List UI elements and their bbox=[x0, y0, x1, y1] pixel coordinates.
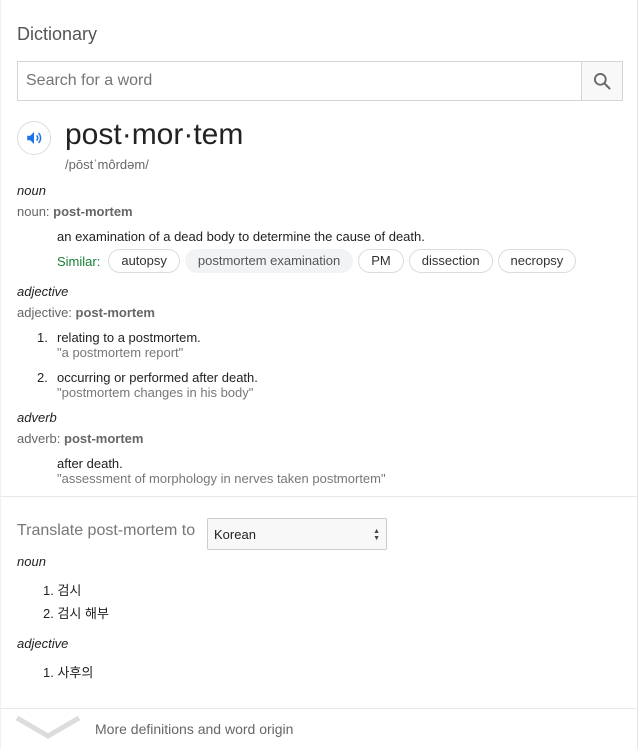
chevron-down-icon bbox=[15, 715, 81, 739]
sense-number: 1. bbox=[37, 330, 48, 345]
adjective-form: post-mortem bbox=[75, 305, 155, 320]
phonetic: /pōstˈmôrdəm/ bbox=[65, 157, 149, 172]
pos-noun: noun bbox=[17, 183, 46, 198]
pos-adjective: adjective bbox=[17, 284, 69, 299]
select-arrows-icon: ▲ ▼ bbox=[373, 528, 380, 542]
similar-chip[interactable]: postmortem examination bbox=[184, 249, 354, 273]
noun-form: post-mortem bbox=[53, 204, 133, 219]
adjective-definition: occurring or performed after death. bbox=[57, 370, 258, 385]
similar-chip[interactable]: necropsy bbox=[497, 249, 577, 273]
language-select-value: Korean bbox=[214, 526, 256, 542]
similar-row: Similar: autopsy postmortem examination … bbox=[57, 249, 581, 273]
expand-button[interactable] bbox=[15, 712, 81, 747]
noun-form-line: noun: post-mortem bbox=[17, 204, 133, 219]
headword: post·mor·tem bbox=[65, 118, 244, 151]
speaker-icon bbox=[27, 132, 42, 144]
card-title: Dictionary bbox=[17, 24, 98, 44]
adjective-form-line: adjective: post-mortem bbox=[17, 305, 155, 320]
adverb-example: "assessment of morphology in nerves take… bbox=[57, 471, 386, 486]
search-box bbox=[17, 61, 623, 101]
adjective-definition: relating to a postmortem. bbox=[57, 330, 201, 345]
translation-item: 2. 검시 해부 bbox=[43, 606, 109, 621]
noun-prefix: noun: bbox=[17, 204, 50, 219]
adjective-prefix: adjective: bbox=[17, 305, 72, 320]
search-input[interactable] bbox=[18, 62, 581, 100]
pos-adverb: adverb bbox=[17, 410, 57, 425]
similar-chip[interactable]: PM bbox=[358, 249, 404, 273]
search-button[interactable] bbox=[581, 62, 622, 100]
translation-item: 1. 사후의 bbox=[43, 665, 94, 680]
search-icon bbox=[594, 73, 611, 90]
noun-definition: an examination of a dead body to determi… bbox=[57, 229, 425, 244]
section-divider bbox=[1, 496, 638, 497]
adverb-definition: after death. bbox=[57, 456, 123, 471]
translate-pos-adjective: adjective bbox=[17, 636, 69, 651]
translate-label: Translate post-mortem to bbox=[17, 522, 196, 539]
adjective-example: "postmortem changes in his body" bbox=[57, 385, 254, 400]
language-select[interactable]: Korean ▲ ▼ bbox=[207, 518, 387, 550]
adverb-form-line: adverb: post-mortem bbox=[17, 431, 143, 446]
dictionary-card: Dictionary post·mor·tem /pōstˈmôrdəm/ no… bbox=[0, 0, 638, 749]
similar-chip[interactable]: autopsy bbox=[108, 249, 180, 273]
footer-divider bbox=[1, 708, 638, 709]
translation-item: 1. 검시 bbox=[43, 583, 82, 598]
adverb-form: post-mortem bbox=[64, 431, 144, 446]
translate-pos-noun: noun bbox=[17, 554, 46, 569]
more-definitions-link[interactable]: More definitions and word origin bbox=[95, 721, 293, 737]
adjective-example: "a postmortem report" bbox=[57, 345, 184, 360]
sense-number: 2. bbox=[37, 370, 48, 385]
similar-label: Similar: bbox=[57, 253, 101, 269]
similar-chip[interactable]: dissection bbox=[408, 249, 493, 273]
adverb-prefix: adverb: bbox=[17, 431, 61, 446]
pronunciation-button[interactable] bbox=[17, 121, 51, 155]
